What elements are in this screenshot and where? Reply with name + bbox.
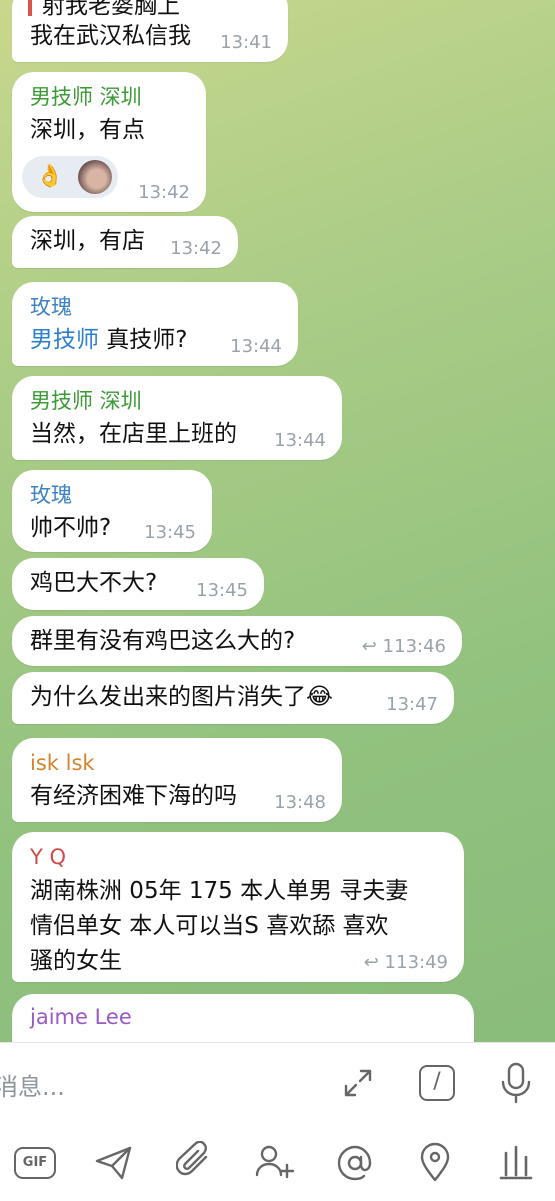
message-text: 为什么发出来的图片消失了😂: [30, 684, 333, 710]
sender-name[interactable]: 玫瑰: [30, 482, 194, 508]
reply-count[interactable]: ↩ 1: [362, 636, 394, 657]
message-input[interactable]: 消息...: [0, 1067, 65, 1102]
message-time: 13:44: [274, 430, 326, 451]
ok-hand-emoji: 👌: [36, 164, 64, 189]
message-text-body: 真技师?: [99, 327, 188, 353]
sender-name[interactable]: 玫瑰: [30, 294, 280, 320]
message-time: 13:46: [394, 636, 446, 657]
message-bubble[interactable]: 深圳，有店 13:42: [12, 216, 238, 268]
sender-name[interactable]: 男技师 深圳: [30, 84, 188, 110]
message-text: 射我老婆胸上: [28, 0, 270, 16]
command-label: /: [433, 1069, 441, 1094]
paper-plane-icon[interactable]: [94, 1144, 134, 1182]
message-time: 13:41: [220, 32, 272, 53]
message-text-line: 情侣单女 本人可以当S 喜欢舔 喜欢: [30, 913, 389, 939]
composer: 消息... / GIF: [0, 1042, 555, 1201]
message-time: 13:48: [274, 792, 326, 813]
at-sign-icon[interactable]: [335, 1143, 375, 1183]
reply-count-value: 1: [382, 636, 394, 657]
avatar: [78, 160, 112, 194]
location-pin-icon[interactable]: [418, 1141, 452, 1183]
reply-count-value: 1: [384, 952, 396, 973]
message-time: 13:42: [138, 182, 190, 203]
message-time: 13:42: [170, 238, 222, 259]
reply-arrow-icon: ↩: [361, 636, 377, 657]
message-text: 深圳，有点: [30, 117, 145, 143]
gif-label: GIF: [22, 1155, 48, 1170]
reply-arrow-icon: ↩: [363, 952, 379, 973]
message-text-line: 湖南株洲 05年 175 本人单男 寻夫妻: [30, 878, 409, 904]
sender-name[interactable]: 男技师 深圳: [30, 388, 324, 414]
message-bubble[interactable]: 玫瑰 帅不帅? 13:45: [12, 470, 212, 552]
message-bubble[interactable]: 群里有没有鸡巴这么大的? ↩ 1 13:46: [12, 616, 462, 666]
add-contact-icon[interactable]: [254, 1141, 296, 1183]
gif-icon[interactable]: GIF: [14, 1147, 56, 1179]
message-time: 13:44: [230, 336, 282, 357]
message-bubble[interactable]: 为什么发出来的图片消失了😂 13:47: [12, 672, 454, 724]
reply-count[interactable]: ↩ 1: [364, 952, 396, 973]
message-bubble[interactable]: 男技师 深圳 当然，在店里上班的 13:44: [12, 376, 342, 460]
sender-name[interactable]: Y Q: [30, 844, 446, 870]
message-bubble[interactable]: 玫瑰 男技师 真技师? 13:44: [12, 282, 298, 366]
sender-name[interactable]: jaime Lee: [30, 1004, 456, 1030]
expand-icon[interactable]: [340, 1065, 376, 1101]
message-time: 13:49: [396, 952, 448, 973]
message-time: 13:45: [144, 522, 196, 543]
message-time: 13:47: [386, 694, 438, 715]
message-bubble[interactable]: jaime Lee: [12, 994, 474, 1042]
microphone-icon[interactable]: [498, 1061, 534, 1105]
message-bubble[interactable]: 射我老婆胸上 我在武汉私信我 13:41: [12, 0, 288, 62]
message-bubble[interactable]: isk lsk 有经济困难下海的吗 13:48: [12, 738, 342, 822]
paperclip-icon[interactable]: [176, 1141, 216, 1183]
reaction-chip[interactable]: 👌: [22, 156, 118, 198]
message-bubble[interactable]: Y Q 湖南株洲 05年 175 本人单男 寻夫妻 情侣单女 本人可以当S 喜欢…: [12, 832, 464, 982]
sender-name[interactable]: isk lsk: [30, 750, 324, 776]
message-time: 13:45: [196, 580, 248, 601]
message-bubble[interactable]: 鸡巴大不大? 13:45: [12, 558, 264, 610]
slash-command-icon[interactable]: /: [419, 1065, 455, 1101]
poll-icon[interactable]: [498, 1143, 534, 1181]
chat-history[interactable]: 射我老婆胸上 我在武汉私信我 13:41 男技师 深圳 深圳，有点 13:42 …: [0, 0, 555, 1042]
mention-link[interactable]: 男技师: [30, 327, 99, 353]
